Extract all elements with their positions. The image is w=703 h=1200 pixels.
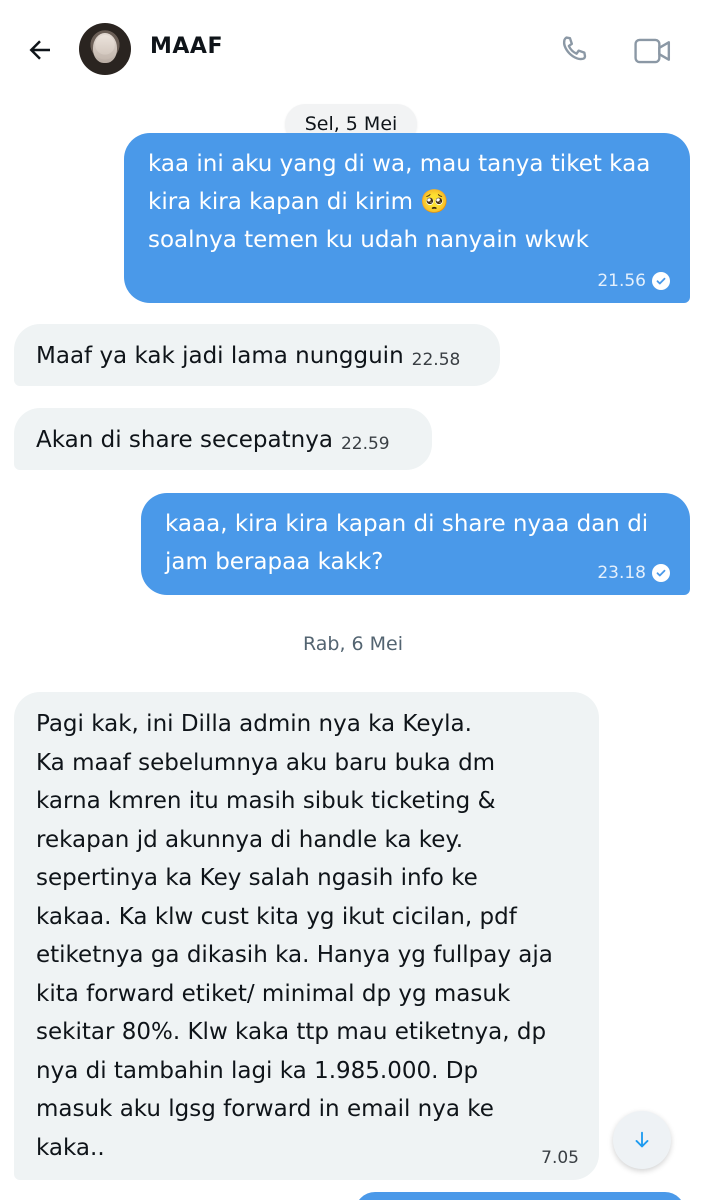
arrow-left-icon [29, 40, 50, 60]
video-camera-icon [634, 38, 671, 64]
date-separator: Rab, 6 Mei [302, 633, 404, 655]
message-meta: 21.56 [597, 271, 670, 291]
message-text: Pagi kak, ini Dilla admin nya ka Keyla. … [36, 711, 553, 1161]
phone-icon [562, 36, 587, 61]
message-time: 7.05 [541, 1148, 579, 1168]
message-bubble-incoming[interactable]: Pagi kak, ini Dilla admin nya ka Keyla. … [14, 692, 599, 1180]
video-call-button[interactable] [632, 32, 674, 70]
message-bubble-incoming[interactable]: Maaf ya kak jadi lama nungguin 22.58 [14, 324, 500, 386]
message-bubble-partial [355, 1192, 685, 1200]
message-time: 21.56 [597, 271, 646, 291]
message-time: 22.59 [340, 434, 390, 454]
conversation-title[interactable]: MAAF [150, 34, 223, 59]
conversation-header: MAAF [0, 0, 703, 100]
message-time: 22.58 [411, 350, 461, 370]
avatar[interactable] [79, 23, 131, 75]
message-bubble-incoming[interactable]: Akan di share secepatnya 22.59 [14, 408, 432, 470]
read-check-icon [652, 564, 670, 582]
message-text: Maaf ya kak jadi lama nungguin [36, 343, 404, 369]
message-bubble-outgoing[interactable]: kaaa, kira kira kapan di share nyaa dan … [141, 493, 690, 595]
message-text: Akan di share secepatnya [36, 427, 333, 453]
message-text: kaaa, kira kira kapan di share nyaa dan … [165, 511, 649, 575]
message-meta: 23.18 [597, 563, 670, 583]
back-button[interactable] [20, 30, 60, 70]
read-check-icon [652, 272, 670, 290]
message-time: 23.18 [597, 563, 646, 583]
message-bubble-outgoing[interactable]: kaa ini aku yang di wa, mau tanya tiket … [124, 133, 690, 303]
dm-conversation-screen: MAAF Sel, 5 Mei kaa ini aku yang di wa, … [0, 0, 703, 1200]
arrow-down-icon [635, 1131, 649, 1148]
message-meta: 7.05 [541, 1148, 579, 1168]
call-button[interactable] [556, 32, 594, 70]
message-text: kaa ini aku yang di wa, mau tanya tiket … [148, 151, 651, 253]
scroll-to-bottom-button[interactable] [613, 1111, 671, 1169]
